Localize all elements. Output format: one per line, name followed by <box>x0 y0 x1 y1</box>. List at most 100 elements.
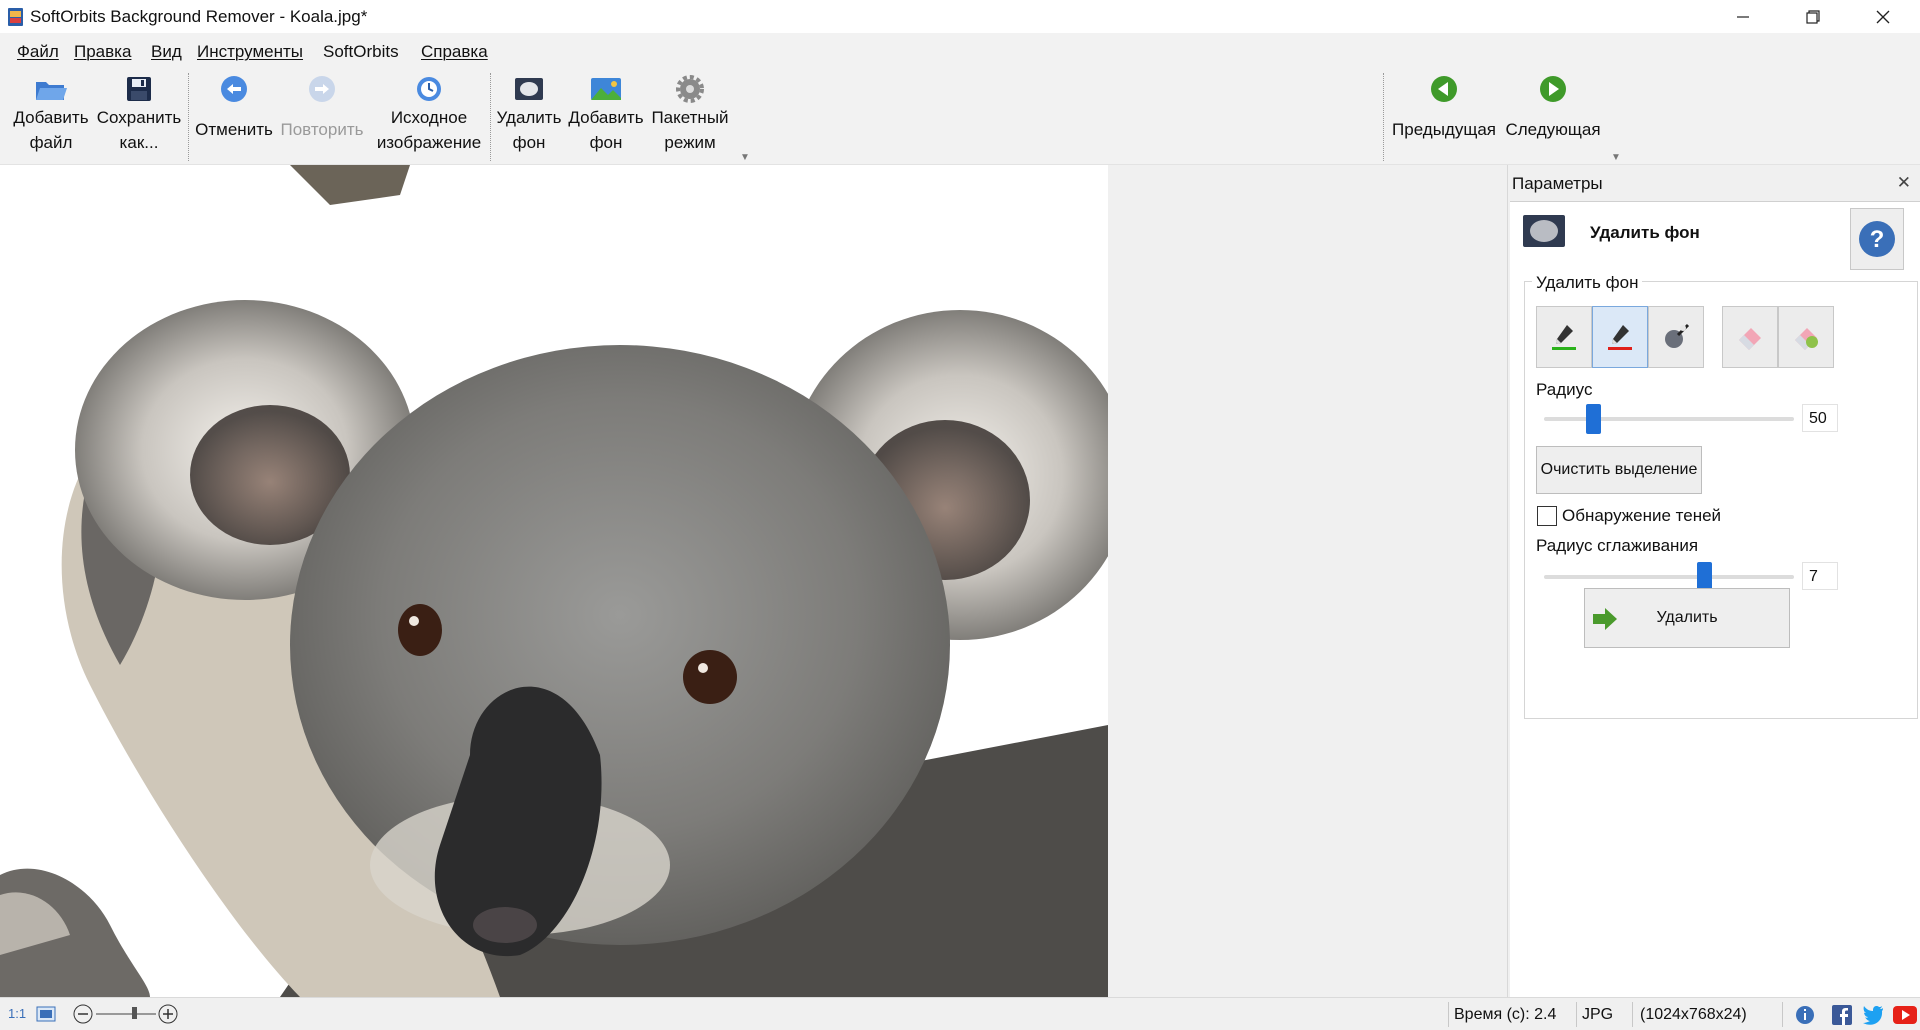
gear-icon <box>673 73 707 105</box>
keep-marker-button[interactable] <box>1536 306 1592 368</box>
facebook-icon[interactable] <box>1832 1005 1852 1025</box>
eraser-refresh-icon <box>1795 328 1818 350</box>
next-image-button[interactable]: Следующая <box>1501 73 1605 161</box>
panel-title: Параметры <box>1512 174 1603 193</box>
status-bar: 1:1 Время (с): 2.4 JPG (1024x768x24) <box>0 997 1920 1030</box>
landscape-image-icon <box>589 73 623 105</box>
toolbar-separator <box>188 73 189 161</box>
koala-photo[interactable] <box>0 165 1108 997</box>
image-format: JPG <box>1582 1006 1614 1023</box>
toolbar-overflow-icon[interactable]: ▼ <box>1611 152 1621 163</box>
redo-label: Повторить <box>280 120 364 139</box>
image-workspace[interactable] <box>0 165 1507 997</box>
minimize-button[interactable] <box>1708 0 1778 33</box>
original-image-button[interactable]: Исходное изображение <box>372 73 486 161</box>
panel-header: Параметры ✕ <box>1508 165 1920 201</box>
status-separator <box>1576 1002 1577 1027</box>
remove-marker-button[interactable] <box>1592 306 1648 368</box>
green-arrow-icon <box>1593 608 1617 630</box>
shadow-detection-checkbox[interactable] <box>1537 506 1557 526</box>
arrow-right-green-icon <box>1536 73 1570 105</box>
smoothing-value-field[interactable]: 7 <box>1802 562 1838 590</box>
fit-to-window-icon[interactable] <box>36 1006 56 1022</box>
koala-image <box>0 165 1108 997</box>
radius-value-field[interactable]: 50 <box>1802 404 1838 432</box>
menu-view[interactable]: Вид <box>151 42 182 62</box>
radius-slider[interactable] <box>1544 404 1794 434</box>
eraser-restore-button[interactable] <box>1778 306 1834 368</box>
remove-button[interactable]: Удалить <box>1584 588 1790 648</box>
close-icon <box>1876 10 1890 23</box>
menu-edit[interactable]: Правка <box>74 42 131 62</box>
remove-background-button[interactable]: Удалить фон <box>494 73 564 161</box>
red-marker-icon <box>1608 325 1632 350</box>
tool-title: Удалить фон <box>1590 223 1700 242</box>
previous-label: Предыдущая <box>1392 120 1496 139</box>
floppy-disk-icon <box>122 73 156 105</box>
parameters-panel: Параметры ✕ Удалить фон ? Удалить фон Ра… <box>1507 165 1920 997</box>
clear-selection-button[interactable]: Очистить выделение <box>1536 446 1702 494</box>
remove-button-label: Удалить <box>1656 609 1718 626</box>
clock-history-icon <box>412 73 446 105</box>
toolbar-overflow-icon[interactable]: ▼ <box>740 152 750 163</box>
shadow-detection-label: Обнаружение теней <box>1562 506 1722 525</box>
undo-button[interactable]: Отменить <box>194 73 274 161</box>
close-button[interactable] <box>1848 0 1918 33</box>
status-separator <box>1448 1002 1449 1027</box>
slider-track <box>1544 417 1794 421</box>
slider-track <box>1544 575 1794 579</box>
question-mark-icon: ? <box>1859 221 1895 257</box>
undo-arrow-icon <box>217 73 251 105</box>
batch-mode-button[interactable]: Пакетный режим <box>648 73 732 161</box>
previous-image-button[interactable]: Предыдущая <box>1389 73 1499 161</box>
redo-button[interactable]: Повторить <box>276 73 368 161</box>
svg-text:?: ? <box>1870 226 1885 253</box>
save-as-button[interactable]: Сохранить как... <box>94 73 184 161</box>
arrow-left-green-icon <box>1427 73 1461 105</box>
zoom-out-icon[interactable] <box>73 1004 93 1024</box>
zoom-slider-thumb[interactable] <box>132 1007 137 1019</box>
toolbar: Добавить файл Сохранить как... Отменить … <box>0 69 1920 165</box>
minimize-icon <box>1737 15 1749 18</box>
next-label: Следующая <box>1505 120 1601 139</box>
info-icon[interactable] <box>1795 1005 1815 1025</box>
batch-mode-label: Пакетный режим <box>651 108 729 152</box>
slider-thumb[interactable] <box>1586 404 1601 434</box>
remove-background-icon <box>512 73 546 105</box>
menu-tools[interactable]: Инструменты <box>197 42 303 62</box>
add-file-button[interactable]: Добавить файл <box>10 73 92 161</box>
menu-softorbits[interactable]: SoftOrbits <box>323 42 399 62</box>
zoom-slider[interactable] <box>96 1013 156 1015</box>
status-separator <box>1632 1002 1633 1027</box>
twitter-icon[interactable] <box>1862 1005 1884 1025</box>
save-as-label: Сохранить как... <box>96 108 182 152</box>
app-icon <box>8 8 23 26</box>
processing-time: Время (с): 2.4 <box>1454 1006 1557 1023</box>
panel-close-icon[interactable]: ✕ <box>1897 173 1911 193</box>
menu-help[interactable]: Справка <box>421 42 488 62</box>
image-dimensions: (1024x768x24) <box>1640 1006 1747 1023</box>
zoom-actual-size-button[interactable]: 1:1 <box>8 1006 26 1021</box>
zoom-in-icon[interactable] <box>158 1004 178 1024</box>
redo-arrow-icon <box>305 73 339 105</box>
smoothing-radius-label: Радиус сглаживания <box>1536 536 1699 555</box>
remove-background-icon <box>1523 215 1565 247</box>
magic-brush-button[interactable] <box>1648 306 1704 368</box>
magic-wand-icon <box>1665 323 1690 348</box>
status-separator <box>1782 1002 1783 1027</box>
green-marker-icon <box>1552 325 1576 350</box>
window-title: SoftOrbits Background Remover - Koala.jp… <box>30 7 368 26</box>
add-file-label: Добавить файл <box>13 108 89 152</box>
tool-header: Удалить фон ? <box>1510 202 1920 272</box>
undo-label: Отменить <box>195 120 273 139</box>
youtube-icon[interactable] <box>1893 1005 1917 1025</box>
add-background-label: Добавить фон <box>568 108 644 152</box>
toolbar-separator <box>490 73 491 161</box>
help-button[interactable]: ? <box>1850 208 1904 270</box>
eraser-button[interactable] <box>1722 306 1778 368</box>
restore-icon <box>1806 9 1820 24</box>
menu-file[interactable]: Файл <box>17 42 59 62</box>
toolbar-separator <box>1383 73 1384 161</box>
restore-button[interactable] <box>1778 0 1848 33</box>
add-background-button[interactable]: Добавить фон <box>566 73 646 161</box>
